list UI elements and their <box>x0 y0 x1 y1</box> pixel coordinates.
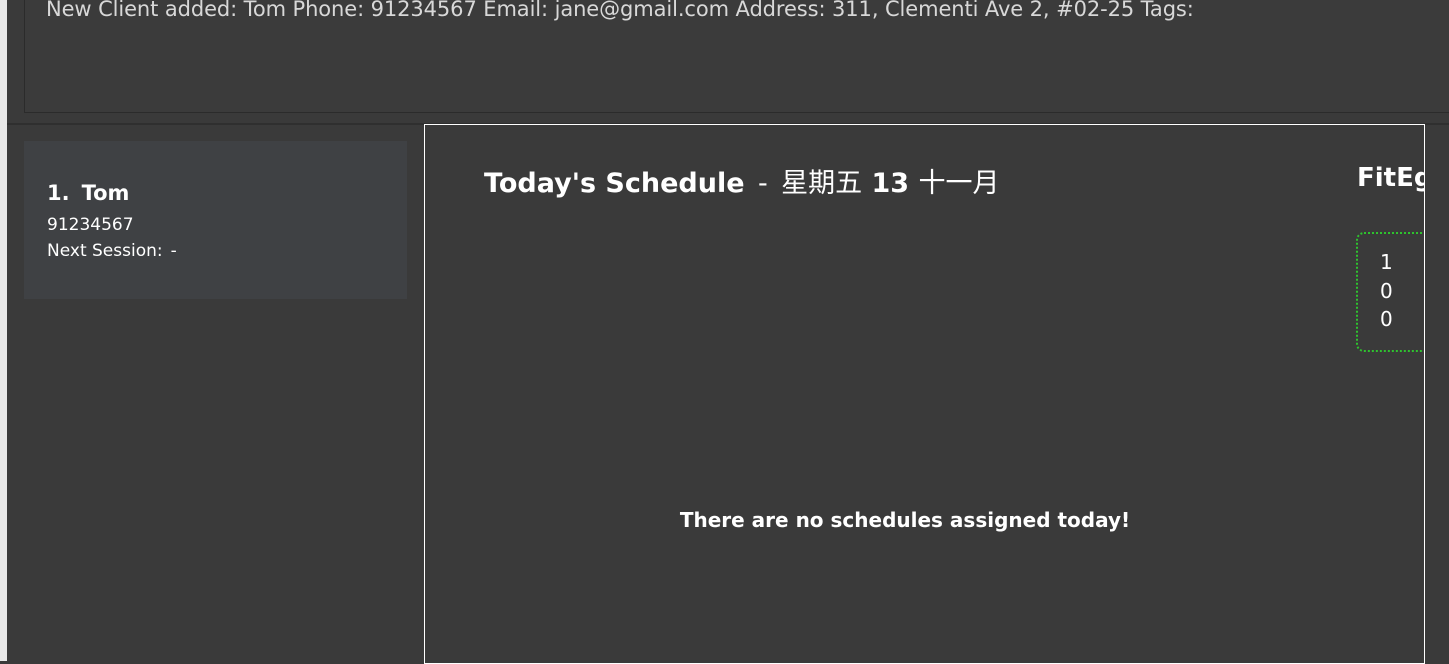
next-session-label: Next Session: <box>47 241 163 261</box>
command-result-area: New Client added: Tom Phone: 91234567 Em… <box>7 0 1449 125</box>
next-session-value: - <box>170 241 177 261</box>
schedule-day: 星期五 <box>781 168 863 199</box>
fitness-panel-title: FitEg <box>1357 163 1425 193</box>
schedule-panel: Today's Schedule - 星期五 13 十一月 FitEg 1 0 … <box>424 124 1425 664</box>
result-message: New Client added: Tom Phone: 91234567 Em… <box>46 0 1194 21</box>
schedule-title-text: Today's Schedule <box>484 168 745 199</box>
client-next-session: Next Session: - <box>47 241 177 261</box>
fitness-value-3: 0 <box>1380 307 1393 331</box>
result-display-box[interactable]: New Client added: Tom Phone: 91234567 Em… <box>24 0 1449 113</box>
client-card[interactable]: 1. Tom 91234567 Next Session: - <box>24 141 407 299</box>
client-list-panel: 1. Tom 91234567 Next Session: - <box>7 125 424 661</box>
right-panel-edge <box>1425 125 1449 661</box>
schedule-title: Today's Schedule - 星期五 13 十一月 <box>484 161 1000 200</box>
client-phone: 91234567 <box>47 215 134 235</box>
fitness-value-1: 1 <box>1380 250 1393 274</box>
window-left-edge <box>0 0 7 661</box>
schedule-title-separator: - <box>757 168 768 199</box>
fitness-summary-box: 1 0 0 <box>1356 232 1424 352</box>
client-name: Tom <box>81 181 130 205</box>
empty-schedule-message: There are no schedules assigned today! <box>679 508 1131 532</box>
fitness-value-2: 0 <box>1380 279 1393 303</box>
client-index: 1. <box>47 181 70 205</box>
schedule-month: 十一月 <box>918 168 1000 199</box>
schedule-date-number: 13 <box>871 168 910 199</box>
client-name-row: 1. Tom <box>47 181 129 205</box>
